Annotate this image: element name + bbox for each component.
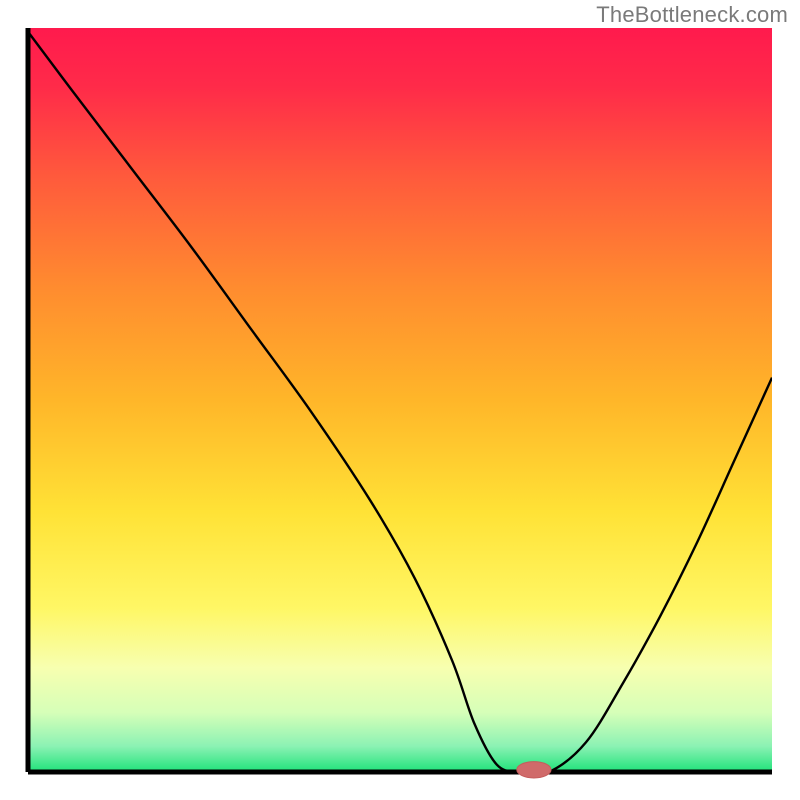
watermark-text: TheBottleneck.com [596,2,788,28]
bottleneck-chart [0,0,800,800]
optimal-point-marker [517,762,551,778]
gradient-background [28,28,772,772]
